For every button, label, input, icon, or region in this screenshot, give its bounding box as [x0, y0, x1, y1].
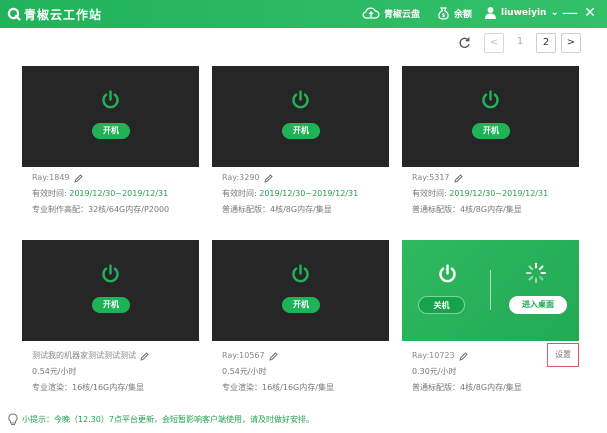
machine-info: Ray:1849 有效时间: 2019/12/30~2019/12/31 专业制… [32, 170, 209, 218]
machine-info: Ray:3290 有效时间: 2019/12/30~2019/12/31 普通标… [222, 170, 399, 218]
power-icon [482, 90, 499, 109]
start-button[interactable]: 开机 [282, 297, 320, 313]
edit-pencil-icon[interactable] [140, 351, 149, 361]
balance-button[interactable]: $ 余额 [437, 6, 472, 20]
start-button[interactable]: 开机 [282, 123, 320, 139]
machine-spec: 专业制作高配：32核/64G内存/P2000 [32, 205, 170, 214]
chevron-down-icon: ⌄ [550, 6, 559, 18]
svg-text:$: $ [442, 13, 446, 19]
machine-screen-off: 开机 [212, 240, 389, 341]
machine-name: Ray:10567 [222, 351, 265, 360]
minimize-button[interactable]: — [562, 4, 578, 22]
user-icon [485, 7, 496, 19]
shutdown-button[interactable]: 关机 [418, 296, 465, 314]
machine-info: 测试我的机器家测试测试测试 0.54元/小时 专业渲染：16核/16G内存/集显 [32, 348, 209, 396]
tip-text: 今晚（12.30）7点平台更新，会短暂影响客户端使用，请及时做好安排。 [54, 414, 314, 424]
title-bar: 青椒云工作站 青椒云盘 $ 余额 liuweiyin ⌄ — ✕ [0, 0, 607, 28]
money-bag-icon: $ [438, 7, 449, 20]
machine-info: Ray:5317 有效时间: 2019/12/30~2019/12/31 普通标… [412, 170, 589, 218]
page-2-button[interactable]: 2 [536, 33, 556, 53]
machine-price: 0.54元/小时 [222, 367, 267, 376]
user-menu[interactable]: liuweiyin ⌄ [484, 6, 559, 19]
machine-name: Ray:1849 [32, 173, 70, 182]
app-logo-icon [7, 7, 21, 21]
machine-spec: 专业渲染：16核/16G内存/集显 [222, 383, 334, 392]
machine-name-row: Ray:5317 [412, 170, 589, 186]
start-button[interactable]: 开机 [92, 123, 130, 139]
machine-name-row: Ray:1849 [32, 170, 209, 186]
machine-name-row: Ray:3290 [222, 170, 399, 186]
power-icon [292, 264, 309, 283]
balance-label: 余额 [454, 9, 473, 20]
machine-name-row: 测试我的机器家测试测试测试 [32, 348, 209, 364]
power-icon [102, 264, 119, 283]
close-button[interactable]: ✕ [582, 4, 598, 22]
edit-pencil-icon[interactable] [268, 351, 278, 361]
power-icon [292, 90, 309, 109]
machine-spec: 普通标配版：4核/8G内存/集显 [412, 383, 522, 392]
machine-validity: 有效时间: 2019/12/30~2019/12/31 [222, 189, 359, 198]
cloud-disk-button[interactable]: 青椒云盘 [362, 6, 420, 20]
machine-name-row: Ray:10567 [222, 348, 399, 364]
machine-name: Ray:3290 [222, 173, 260, 182]
cloud-upload-icon [362, 7, 380, 19]
edit-pencil-icon[interactable] [263, 173, 273, 183]
tip-label: 小提示： [22, 414, 54, 424]
machine-price: 0.54元/小时 [32, 367, 77, 376]
machine-name: Ray:10723 [412, 351, 455, 360]
tip-bar: 小提示： 今晚（12.30）7点平台更新，会短暂影响客户端使用，请及时做好安排。 [8, 412, 314, 426]
divider [490, 270, 491, 310]
cloud-disk-label: 青椒云盘 [384, 9, 421, 20]
edit-pencil-icon[interactable] [458, 351, 468, 361]
machine-screen-on: 关机 进入桌面 [402, 240, 579, 341]
machine-screen-off: 开机 [22, 66, 199, 167]
machine-screen-off: 开机 [212, 66, 389, 167]
page-1-button[interactable]: 1 [510, 33, 530, 53]
machine-info: Ray:10567 0.54元/小时 专业渲染：16核/16G内存/集显 [222, 348, 399, 396]
lightbulb-icon [8, 412, 18, 425]
machine-spec: 普通标配版：4核/8G内存/集显 [412, 205, 522, 214]
loading-spinner-icon [525, 262, 547, 284]
refresh-icon[interactable] [458, 36, 471, 49]
machine-spec: 普通标配版：4核/8G内存/集显 [222, 205, 332, 214]
power-icon [439, 264, 456, 283]
settings-button[interactable]: 设置 [547, 343, 579, 367]
start-button[interactable]: 开机 [92, 297, 130, 313]
machine-screen-off: 开机 [402, 66, 579, 167]
machine-screen-off: 开机 [22, 240, 199, 341]
machine-validity: 有效时间: 2019/12/30~2019/12/31 [412, 189, 549, 198]
power-icon [102, 90, 119, 109]
username: liuweiyin [501, 7, 547, 18]
machine-name: 测试我的机器家测试测试测试 [32, 351, 136, 360]
prev-page-button[interactable]: < [484, 33, 504, 53]
start-button[interactable]: 开机 [472, 123, 510, 139]
enter-desktop-button[interactable]: 进入桌面 [509, 296, 567, 314]
app-title: 青椒云工作站 [24, 8, 103, 22]
machine-validity: 有效时间: 2019/12/30~2019/12/31 [32, 189, 169, 198]
machine-spec: 专业渲染：16核/16G内存/集显 [32, 383, 144, 392]
machine-name: Ray:5317 [412, 173, 450, 182]
edit-pencil-icon[interactable] [73, 173, 83, 183]
next-page-button[interactable]: > [561, 33, 581, 53]
edit-pencil-icon[interactable] [453, 173, 463, 183]
